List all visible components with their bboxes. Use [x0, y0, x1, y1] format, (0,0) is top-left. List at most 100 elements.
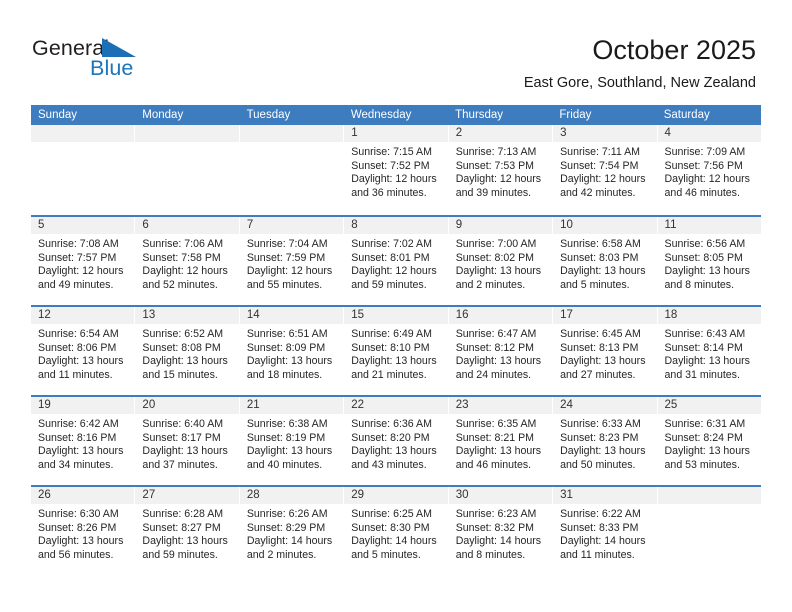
day-number: 6: [135, 217, 239, 234]
calendar-day-cell[interactable]: 4 Sunrise: 7:09 AM Sunset: 7:56 PM Daylight…: [657, 125, 761, 215]
day-detail-line: Sunrise: 6:56 AM: [664, 238, 746, 250]
day-detail-line: and 37 minutes.: [142, 458, 218, 471]
day-detail-line: Daylight: 12 hours: [455, 173, 542, 186]
day-detail-line: Daylight: 12 hours: [38, 265, 124, 278]
calendar-day-cell[interactable]: 26 Sunrise: 6:30 AM Sunset: 8:26 PM Dayligh…: [31, 487, 136, 575]
calendar-day-cell[interactable]: 20 Sunrise: 6:40 AM Sunset: 8:17 PM Dayligh…: [135, 397, 240, 485]
day-number: 9: [448, 217, 553, 234]
page-title: October 2025: [592, 35, 756, 65]
calendar-day-cell[interactable]: 11 Sunrise: 6:56 AM Sunset: 8:05 PM Dayligh…: [657, 217, 761, 305]
day-detail-line: Sunset: 7:59 PM: [246, 251, 326, 264]
calendar-day-cell[interactable]: 28 Sunrise: 6:26 AM Sunset: 8:29 PM Dayligh…: [239, 487, 345, 575]
day-detail-line: Sunset: 8:19 PM: [246, 431, 326, 444]
calendar-day-cell[interactable]: 16 Sunrise: 6:47 AM Sunset: 8:12 PM Dayligh…: [448, 307, 554, 395]
title-block: October 2025 East Gore, Southland, New Z…: [524, 34, 756, 92]
calendar-day-cell[interactable]: 15 Sunrise: 6:49 AM Sunset: 8:10 PM Dayligh…: [344, 307, 449, 395]
calendar-day-cell[interactable]: 21 Sunrise: 6:38 AM Sunset: 8:19 PM Dayligh…: [239, 397, 345, 485]
day-details: Sunrise: 6:51 AM Sunset: 8:09 PM Daylight:…: [240, 324, 343, 382]
day-number: 21: [239, 397, 344, 414]
day-detail-line: Daylight: 14 hours: [246, 535, 333, 548]
day-details: Sunrise: 7:06 AM Sunset: 7:58 PM Daylight:…: [135, 234, 238, 292]
calendar-day-cell[interactable]: 3 Sunrise: 7:11 AM Sunset: 7:54 PM Daylight…: [553, 125, 658, 215]
calendar-day-cell[interactable]: 2 Sunrise: 7:13 AM Sunset: 7:53 PM Daylight…: [448, 125, 554, 215]
day-detail-line: and 2 minutes.: [246, 548, 317, 561]
day-details: Sunrise: 6:23 AM Sunset: 8:32 PM Daylight:…: [449, 504, 552, 562]
calendar-day-cell[interactable]: 30 Sunrise: 6:23 AM Sunset: 8:32 PM Dayligh…: [448, 487, 554, 575]
day-detail-line: and 5 minutes.: [351, 548, 421, 561]
page-subtitle: East Gore, Southland, New Zealand: [523, 75, 756, 91]
calendar-day-cell[interactable]: 19 Sunrise: 6:42 AM Sunset: 8:16 PM Dayligh…: [31, 397, 136, 485]
day-details: Sunrise: 6:31 AM Sunset: 8:24 PM Daylight:…: [658, 414, 761, 472]
calendar-day-cell[interactable]: 14 Sunrise: 6:51 AM Sunset: 8:09 PM Dayligh…: [239, 307, 345, 395]
day-detail-line: Sunrise: 7:08 AM: [38, 238, 119, 250]
calendar-day-cell[interactable]: 23 Sunrise: 6:35 AM Sunset: 8:21 PM Dayligh…: [448, 397, 554, 485]
calendar-day-cell[interactable]: 8 Sunrise: 7:02 AM Sunset: 8:01 PM Daylight…: [344, 217, 449, 305]
day-detail-line: and 40 minutes.: [246, 458, 323, 471]
day-detail-line: Daylight: 13 hours: [560, 265, 646, 278]
triangle-flag-icon: [102, 38, 136, 57]
day-detail-line: and 46 minutes.: [455, 458, 532, 471]
calendar-day-cell-empty: [135, 125, 240, 215]
day-detail-line: Sunrise: 6:42 AM: [38, 418, 119, 430]
day-detail-line: Sunrise: 6:26 AM: [246, 508, 328, 520]
day-details: Sunrise: 6:36 AM Sunset: 8:20 PM Daylight:…: [344, 414, 447, 472]
day-detail-line: Daylight: 13 hours: [351, 445, 437, 458]
day-header-friday: Friday: [559, 109, 592, 121]
calendar-day-cell[interactable]: 18 Sunrise: 6:43 AM Sunset: 8:14 PM Dayligh…: [657, 307, 761, 395]
day-details: Sunrise: 7:13 AM Sunset: 7:53 PM Daylight:…: [449, 142, 552, 200]
calendar-day-cell[interactable]: 29 Sunrise: 6:25 AM Sunset: 8:30 PM Dayligh…: [344, 487, 449, 575]
day-detail-line: Sunrise: 6:40 AM: [142, 418, 224, 430]
day-detail-line: Sunrise: 6:31 AM: [664, 418, 746, 430]
day-detail-line: Sunrise: 6:47 AM: [455, 328, 537, 340]
day-detail-line: Daylight: 13 hours: [142, 535, 228, 548]
day-details: Sunrise: 6:22 AM Sunset: 8:33 PM Daylight:…: [553, 504, 656, 562]
brand-logo[interactable]: General Blue: [32, 36, 272, 90]
day-detail-line: Sunrise: 6:22 AM: [560, 508, 641, 520]
day-detail-line: Sunrise: 6:45 AM: [560, 328, 641, 340]
day-detail-line: Sunset: 8:27 PM: [142, 521, 221, 534]
calendar-day-cell[interactable]: 1 Sunrise: 7:15 AM Sunset: 7:52 PM Daylight…: [344, 125, 449, 215]
day-detail-line: Daylight: 13 hours: [38, 445, 124, 458]
calendar-day-cell[interactable]: 6 Sunrise: 7:06 AM Sunset: 7:58 PM Daylight…: [135, 217, 240, 305]
day-number: 14: [239, 307, 344, 324]
day-number: 16: [448, 307, 553, 324]
calendar-day-cell[interactable]: 27 Sunrise: 6:28 AM Sunset: 8:27 PM Dayligh…: [135, 487, 240, 575]
calendar-day-cell[interactable]: 17 Sunrise: 6:45 AM Sunset: 8:13 PM Dayligh…: [553, 307, 658, 395]
calendar-day-cell[interactable]: 24 Sunrise: 6:33 AM Sunset: 8:23 PM Dayligh…: [553, 397, 658, 485]
day-number: 1: [344, 125, 448, 142]
day-details: Sunrise: 6:52 AM Sunset: 8:08 PM Daylight:…: [135, 324, 238, 382]
calendar-day-cell[interactable]: 22 Sunrise: 6:36 AM Sunset: 8:20 PM Dayligh…: [344, 397, 449, 485]
day-detail-line: Sunrise: 6:51 AM: [246, 328, 328, 340]
day-detail-line: Sunset: 8:23 PM: [560, 431, 639, 444]
day-number: 26: [31, 487, 135, 504]
calendar-day-cell[interactable]: 31 Sunrise: 6:22 AM Sunset: 8:33 PM Dayligh…: [553, 487, 658, 575]
day-detail-line: Daylight: 12 hours: [664, 173, 750, 186]
day-number: 12: [31, 307, 135, 324]
day-details: Sunrise: 6:33 AM Sunset: 8:23 PM Daylight:…: [553, 414, 656, 472]
day-header-thursday: Thursday: [455, 109, 504, 121]
calendar-day-cell[interactable]: 9 Sunrise: 7:00 AM Sunset: 8:02 PM Daylight…: [448, 217, 554, 305]
day-detail-line: and 8 minutes.: [664, 278, 735, 291]
day-detail-line: Sunrise: 6:54 AM: [38, 328, 119, 340]
day-number: 8: [344, 217, 448, 234]
day-detail-line: Sunset: 8:17 PM: [142, 431, 221, 444]
day-header-saturday: Saturday: [663, 109, 710, 121]
day-number: 31: [553, 487, 657, 504]
calendar-day-cell[interactable]: 25 Sunrise: 6:31 AM Sunset: 8:24 PM Dayligh…: [657, 397, 761, 485]
day-details: Sunrise: 6:35 AM Sunset: 8:21 PM Daylight:…: [449, 414, 552, 472]
day-number: [239, 125, 344, 142]
calendar-day-cell[interactable]: 10 Sunrise: 6:58 AM Sunset: 8:03 PM Dayligh…: [553, 217, 658, 305]
calendar-day-cell[interactable]: 13 Sunrise: 6:52 AM Sunset: 8:08 PM Dayligh…: [135, 307, 240, 395]
day-detail-line: Daylight: 13 hours: [455, 265, 542, 278]
day-detail-line: Sunrise: 6:30 AM: [38, 508, 119, 520]
day-detail-line: Sunrise: 6:49 AM: [351, 328, 432, 340]
day-detail-line: Sunset: 8:06 PM: [38, 341, 117, 354]
calendar-day-cell[interactable]: 5 Sunrise: 7:08 AM Sunset: 7:57 PM Daylight…: [31, 217, 136, 305]
calendar-day-cell[interactable]: 12 Sunrise: 6:54 AM Sunset: 8:06 PM Dayligh…: [31, 307, 136, 395]
day-detail-line: and 59 minutes.: [142, 548, 218, 561]
day-detail-line: Daylight: 12 hours: [351, 173, 437, 186]
calendar-day-cell[interactable]: 7 Sunrise: 7:04 AM Sunset: 7:59 PM Daylight…: [239, 217, 345, 305]
day-detail-line: Sunrise: 6:35 AM: [455, 418, 537, 430]
day-detail-line: Sunset: 8:05 PM: [664, 251, 743, 264]
day-detail-line: Sunset: 8:03 PM: [560, 251, 639, 264]
